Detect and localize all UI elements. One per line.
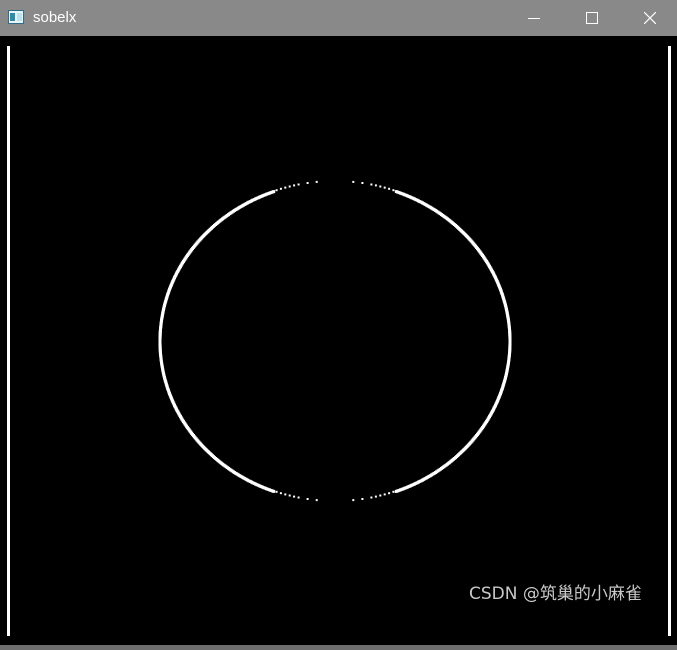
maximize-button[interactable] [563, 0, 621, 36]
edge-pixel [272, 190, 276, 194]
edge-pixel [293, 184, 296, 187]
edge-pixel [315, 499, 318, 502]
bottom-border [0, 645, 677, 650]
edge-pixel [361, 498, 364, 500]
edge-pixel [275, 189, 278, 192]
window-title: sobelx [33, 9, 77, 26]
edge-pixel [306, 498, 309, 500]
minimize-icon [528, 18, 540, 19]
edge-pixel [361, 182, 364, 184]
edge-pixel [370, 496, 373, 499]
edge-pixel [379, 185, 382, 188]
app-window: sobelx CSDN @筑巢的小麻雀 [0, 0, 677, 650]
edge-pixel [279, 492, 282, 495]
edge-pixel [279, 187, 282, 190]
edge-pixel [388, 187, 391, 190]
maximize-icon [586, 12, 598, 24]
edge-pixel [284, 186, 287, 189]
edge-pixel [383, 493, 386, 496]
edge-pixel [383, 186, 386, 189]
edge-pixel [392, 490, 395, 493]
sobel-output-image [0, 36, 677, 650]
minimize-button[interactable] [505, 0, 563, 36]
edge-pixel [293, 495, 296, 498]
edge-pixel [275, 490, 278, 493]
edge-pixel [374, 184, 377, 187]
watermark-text: CSDN @筑巢的小麻雀 [469, 584, 642, 604]
edge-pixel [288, 185, 291, 188]
edge-pixel [370, 183, 373, 186]
edge-pixel [352, 180, 355, 183]
left-edge-line [7, 46, 10, 636]
edge-pixel [388, 492, 391, 495]
edge-pixel [508, 338, 512, 342]
edge-pixel [297, 183, 300, 186]
edge-pixel [288, 494, 291, 497]
edge-pixel [284, 493, 287, 496]
edge-pixel [394, 489, 398, 493]
edge-pixel [352, 499, 355, 502]
title-bar[interactable]: sobelx [0, 0, 677, 36]
close-button[interactable] [621, 0, 677, 36]
right-edge-line [668, 46, 671, 636]
image-canvas: CSDN @筑巢的小麻雀 [0, 36, 677, 650]
edge-pixel [374, 495, 377, 498]
edge-pixel [392, 189, 395, 192]
close-icon [644, 12, 656, 24]
edge-pixel [306, 182, 309, 184]
edge-pixel [297, 496, 300, 499]
edge-pixel [315, 180, 318, 183]
app-icon [8, 10, 24, 24]
edge-pixel [379, 494, 382, 497]
